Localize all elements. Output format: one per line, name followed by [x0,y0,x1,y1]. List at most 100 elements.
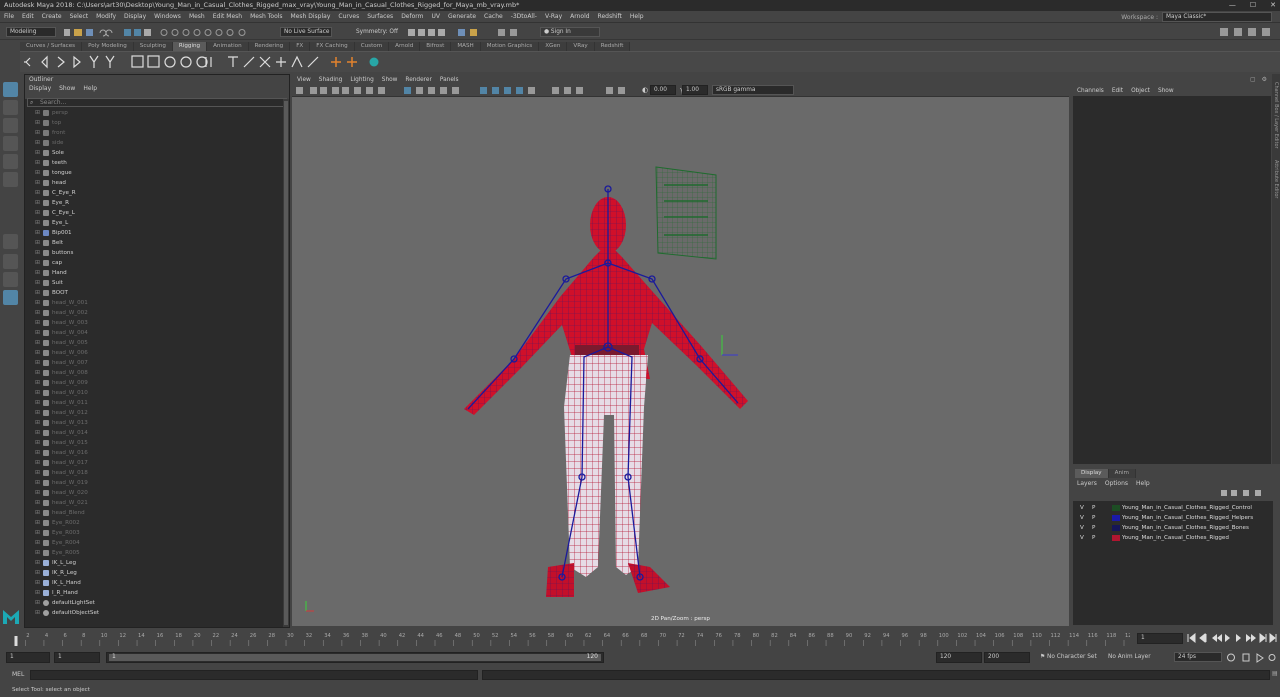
snap-surface-icon[interactable] [204,29,212,36]
ambient-occlusion-icon[interactable] [492,87,499,94]
outliner-item[interactable]: ⊞ IK_R_Leg [25,568,279,578]
outliner-item[interactable]: ⊞ head_W_001 [25,298,279,308]
layer-row[interactable]: V P Young_Man_in_Casual_Clothes_Rigged_Hel… [1076,513,1272,523]
shelf-tab-rigging[interactable]: Rigging [172,42,208,51]
menu-item-edit[interactable]: Edit [22,13,34,20]
menu-item-mesh-tools[interactable]: Mesh Tools [250,13,282,20]
shelf-tab-bifrost[interactable]: Bifrost [420,42,452,51]
outliner-item[interactable]: ⊞ head_W_016 [25,448,279,458]
outliner-item[interactable]: ⊞ head_W_008 [25,368,279,378]
outliner-item[interactable]: ⊞ Belt [25,238,279,248]
orient-joint-icon[interactable] [73,55,81,69]
layer-menu-layers[interactable]: Layers [1077,479,1097,489]
outliner-item[interactable]: ⊞ buttons [25,248,279,258]
outliner-scrollbar[interactable] [283,99,289,627]
timeline-ruler[interactable]: 2 4 6 8 10 12 14 16 18 20 22 24 26 28 30 32 34 36 38 40 42 44… [10,630,1130,646]
gamma-field[interactable]: 1.00 [682,85,708,95]
render-settings-icon[interactable] [438,29,445,36]
outliner-item[interactable]: ⊞ persp [25,108,279,118]
outliner-item[interactable]: ⊞ Eye_R [25,198,279,208]
expand-icon[interactable]: ⊞ [35,448,40,458]
menu-item-create[interactable]: Create [42,13,62,20]
expand-icon[interactable]: ⊞ [35,298,40,308]
bind-skin-icon[interactable] [131,55,144,68]
expand-icon[interactable]: ⊞ [35,528,40,538]
select-component-icon[interactable] [144,29,151,36]
shelf-tab-mash[interactable]: MASH [451,42,481,51]
menu-item-cache[interactable]: Cache [484,13,503,20]
sign-in-button[interactable]: ● Sign In [540,27,600,37]
expand-icon[interactable]: ⊞ [35,588,40,598]
snap-view-icon[interactable] [193,29,201,36]
ik-handle-icon[interactable] [89,55,99,68]
ipr-render-icon[interactable] [428,29,435,36]
outliner-item[interactable]: ⊞ C_Eye_R [25,188,279,198]
live-surface-field[interactable]: No Live Surface [280,27,332,37]
wrap-icon[interactable] [180,56,192,68]
scale-constraint-icon[interactable] [276,57,286,67]
paint-weights-icon[interactable] [164,56,176,68]
play-forward-icon[interactable] [1236,634,1241,642]
expand-icon[interactable]: ⊞ [35,538,40,548]
expand-icon[interactable]: ⊞ [35,248,40,258]
layer-color-swatch[interactable] [1112,535,1120,541]
channel-box-menu-edit[interactable]: Edit [1112,86,1123,96]
menu-item-uv[interactable]: UV [432,13,441,20]
layer-visibility-toggle[interactable]: V [1080,533,1084,543]
default-material-icon[interactable] [428,87,435,94]
xray-icon[interactable] [564,87,571,94]
shelf-tab-motion-graphics[interactable]: Motion Graphics [480,42,540,51]
outliner-item[interactable]: ⊞ head_W_003 [25,318,279,328]
hypershade-icon[interactable] [458,29,465,36]
expand-icon[interactable]: ⊞ [35,258,40,268]
new-layer-selected-icon[interactable] [1255,490,1261,496]
layer-color-swatch[interactable] [1112,505,1120,511]
expand-icon[interactable]: ⊞ [35,128,40,138]
select-object-icon[interactable] [134,29,141,36]
outliner-item[interactable]: ⊞ Hand [25,268,279,278]
expand-icon[interactable]: ⊞ [35,398,40,408]
outliner-item[interactable]: ⊞ head_W_011 [25,398,279,408]
expand-icon[interactable]: ⊞ [35,228,40,238]
layer-visibility-toggle[interactable]: V [1080,503,1084,513]
menu-item-v-ray[interactable]: V-Ray [545,13,562,20]
exposure-icon[interactable]: ◐ [642,86,648,94]
end-time-field[interactable]: 200 [984,652,1030,663]
expand-icon[interactable]: ⊞ [35,558,40,568]
script-editor-icon[interactable]: ▤ [1272,670,1278,677]
magnet-icon[interactable] [226,29,234,36]
menu-item-mesh[interactable]: Mesh [189,13,205,20]
symmetry-dropdown[interactable]: Symmetry: Off [352,27,402,37]
expand-icon[interactable]: ⊞ [35,518,40,528]
viewport-menu-show[interactable]: Show [382,75,398,85]
shelf-tab-xgen[interactable]: XGen [539,42,568,51]
outliner-item[interactable]: ⊞ head_W_012 [25,408,279,418]
range-slider-bar[interactable]: 1 120 [106,652,604,663]
modeling-toolkit-icon[interactable] [1220,28,1228,36]
expand-icon[interactable]: ⊞ [35,568,40,578]
expand-icon[interactable]: ⊞ [35,378,40,388]
parent-constraint-icon[interactable] [291,55,303,68]
outliner-item[interactable]: ⊞ head_Blend [25,508,279,518]
single-view-icon[interactable] [3,234,18,249]
shelf-tab-arnold[interactable]: Arnold [389,42,421,51]
layer-color-swatch[interactable] [1112,515,1120,521]
viewport-menu-view[interactable]: View [297,75,311,85]
expand-icon[interactable]: ⊞ [35,198,40,208]
menu-item-windows[interactable]: Windows [154,13,181,20]
channel-box-menu-show[interactable]: Show [1158,86,1174,96]
snap-grid-icon[interactable] [160,29,168,36]
exposure-field[interactable]: 0.00 [650,85,676,95]
outliner-item[interactable]: ⊞ tongue [25,168,279,178]
expand-icon[interactable]: ⊞ [35,328,40,338]
outliner-item[interactable]: ⊞ head_W_013 [25,418,279,428]
backface-icon[interactable] [618,87,625,94]
expand-icon[interactable]: ⊞ [35,168,40,178]
undo-icon[interactable] [99,29,107,37]
outliner-item[interactable]: ⊞ Eye_R002 [25,518,279,528]
depth-of-field-icon[interactable] [528,87,535,94]
pole-vector-icon[interactable] [307,56,319,68]
menu-item-curves[interactable]: Curves [338,13,359,20]
snap-point-icon[interactable] [182,29,190,36]
viewport-menu-renderer[interactable]: Renderer [405,75,431,85]
